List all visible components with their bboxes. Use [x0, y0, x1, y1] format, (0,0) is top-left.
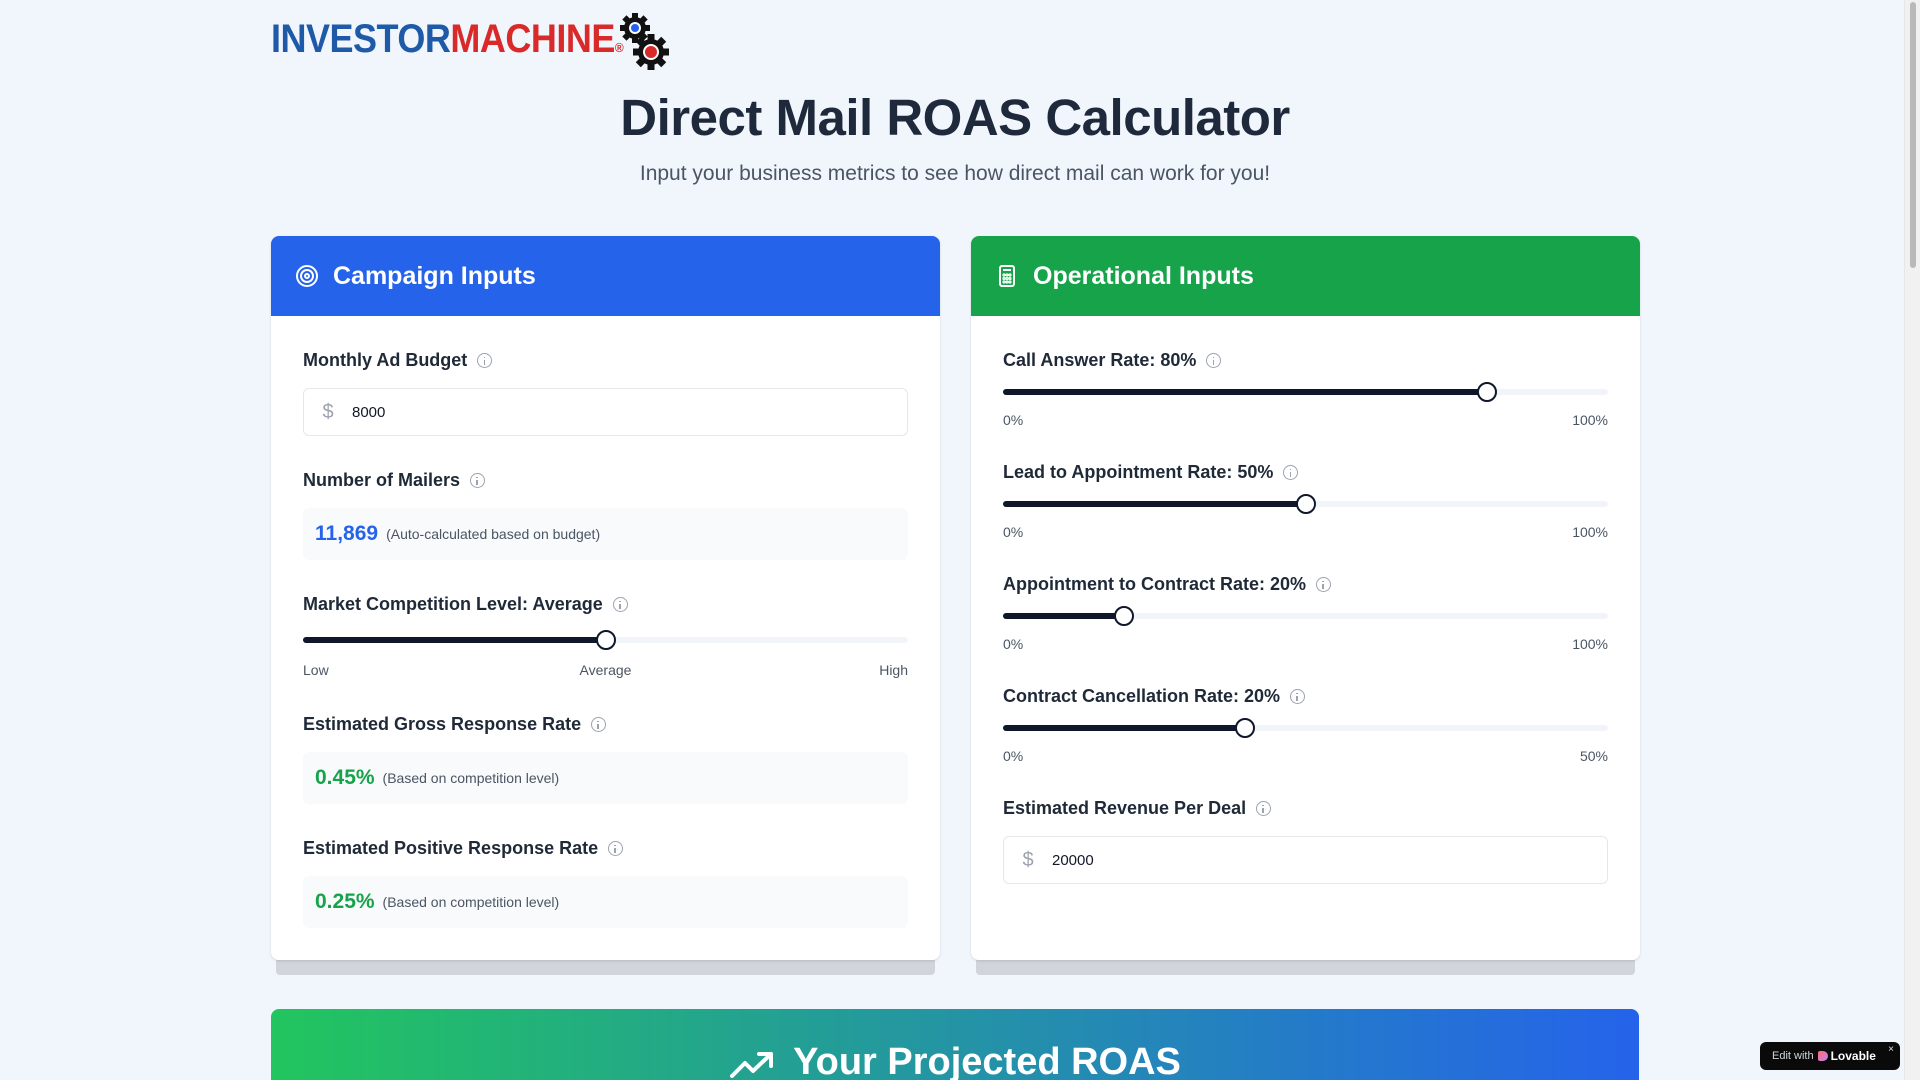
slider-thumb[interactable]: [1235, 718, 1255, 738]
scale-min: 0%: [1003, 524, 1024, 540]
slider-thumb[interactable]: [1295, 494, 1316, 514]
dollar-icon: $: [1022, 848, 1034, 871]
trending-up-icon: [729, 1047, 775, 1079]
info-icon[interactable]: [1290, 689, 1306, 704]
number-of-mailers-readout: 11,869 (Auto-calculated based on budget): [303, 508, 908, 560]
calculator-icon: [995, 264, 1019, 288]
gross-response-note: (Based on competition level): [382, 770, 560, 786]
edit-with-text: Edit with: [1772, 1050, 1814, 1062]
monthly-ad-budget-label: Monthly Ad Budget: [303, 350, 493, 371]
lovable-logo-icon: [1817, 1051, 1828, 1061]
info-icon[interactable]: [470, 473, 486, 488]
card-underlay: [276, 960, 935, 975]
scale-max: 50%: [1579, 748, 1608, 764]
gross-response-readout: 0.45% (Based on competition level): [303, 752, 908, 804]
gross-response-label-text: Estimated Gross Response Rate: [303, 714, 582, 734]
call-answer-rate-label-text: Call Answer Rate: 80%: [1003, 350, 1197, 370]
number-of-mailers-value: 11,869: [315, 522, 379, 545]
gross-response-value: 0.45%: [315, 766, 375, 789]
positive-response-readout: 0.25% (Based on competition level): [303, 876, 908, 928]
projected-roas-banner: Your Projected ROAS: [271, 1009, 1639, 1080]
contract-cancellation-label: Contract Cancellation Rate: 20%: [1003, 686, 1306, 707]
info-icon[interactable]: [1256, 801, 1272, 816]
edit-with-lovable-badge[interactable]: Edit with Lovable ×: [1760, 1042, 1900, 1070]
appointment-to-contract-label-text: Appointment to Contract Rate: 20%: [1003, 574, 1307, 594]
logo-text-investor: INVESTOR: [271, 15, 451, 61]
info-icon[interactable]: [1283, 465, 1299, 480]
page-title: Direct Mail ROAS Calculator: [620, 89, 1290, 146]
page-subtitle: Input your business metrics to see how d…: [639, 162, 1271, 185]
positive-response-note: (Based on competition level): [382, 894, 560, 910]
gears-icon: [619, 6, 675, 72]
revenue-per-deal-label-text: Estimated Revenue Per Deal: [1003, 798, 1247, 818]
slider-thumb[interactable]: [1477, 382, 1497, 402]
brand-logo[interactable]: INVESTORMACHINE®: [271, 6, 675, 72]
info-icon[interactable]: [1206, 353, 1222, 368]
operational-inputs-card: Operational Inputs Call Answer Rate: 80%…: [971, 236, 1640, 960]
info-icon[interactable]: [612, 597, 628, 612]
scale-min: 0%: [1003, 748, 1024, 764]
number-of-mailers-note: (Auto-calculated based on budget): [386, 526, 601, 542]
number-of-mailers-label: Number of Mailers: [303, 470, 486, 491]
scale-max: 100%: [1572, 524, 1608, 540]
projected-roas-title: Your Projected ROAS: [793, 1041, 1181, 1080]
slider-fill: [1003, 501, 1306, 507]
call-answer-rate-label: Call Answer Rate: 80%: [1003, 350, 1222, 371]
revenue-per-deal-label: Estimated Revenue Per Deal: [1003, 798, 1272, 819]
gross-response-label: Estimated Gross Response Rate: [303, 714, 607, 735]
operational-inputs-header: Operational Inputs: [971, 236, 1640, 316]
projected-roas-heading: Your Projected ROAS: [271, 1041, 1639, 1080]
revenue-per-deal-field[interactable]: $: [1003, 836, 1608, 884]
operational-inputs-title: Operational Inputs: [1033, 261, 1254, 290]
slider-fill: [1003, 725, 1245, 731]
slider-fill: [1003, 613, 1124, 619]
scale-high: High: [879, 662, 908, 678]
logo-text-machine: MACHINE: [450, 15, 615, 61]
info-icon[interactable]: [608, 841, 624, 856]
competition-level-slider[interactable]: [303, 630, 908, 650]
slider-thumb[interactable]: [1114, 606, 1134, 626]
lovable-brand-text: Lovable: [1830, 1049, 1876, 1063]
info-icon[interactable]: [1316, 577, 1332, 592]
call-answer-rate-slider[interactable]: [1003, 382, 1608, 402]
number-of-mailers-label-text: Number of Mailers: [303, 470, 461, 490]
positive-response-label: Estimated Positive Response Rate: [303, 838, 624, 859]
scale-max: 100%: [1572, 636, 1608, 652]
monthly-ad-budget-label-text: Monthly Ad Budget: [303, 350, 468, 370]
target-icon: [295, 264, 319, 288]
competition-level-label-text: Market Competition Level: Average: [303, 594, 603, 614]
lead-to-appointment-slider[interactable]: [1003, 494, 1608, 514]
contract-cancellation-slider[interactable]: [1003, 718, 1608, 738]
page-scrollbar[interactable]: [1904, 0, 1920, 1080]
close-icon[interactable]: ×: [1888, 1044, 1894, 1055]
slider-fill: [1003, 389, 1487, 395]
campaign-inputs-title: Campaign Inputs: [333, 261, 536, 290]
appointment-to-contract-label: Appointment to Contract Rate: 20%: [1003, 574, 1332, 595]
campaign-inputs-card: Campaign Inputs Monthly Ad Budget $ Numb…: [271, 236, 940, 960]
contract-cancellation-label-text: Contract Cancellation Rate: 20%: [1003, 686, 1281, 706]
scale-low: Low: [303, 662, 329, 678]
positive-response-label-text: Estimated Positive Response Rate: [303, 838, 599, 858]
competition-level-label: Market Competition Level: Average: [303, 594, 628, 615]
campaign-inputs-header: Campaign Inputs: [271, 236, 940, 316]
appointment-to-contract-slider[interactable]: [1003, 606, 1608, 626]
scale-min: 0%: [1003, 412, 1024, 428]
positive-response-value: 0.25%: [315, 890, 375, 913]
monthly-ad-budget-field[interactable]: $: [303, 388, 908, 436]
monthly-ad-budget-input[interactable]: [352, 403, 852, 421]
revenue-per-deal-input[interactable]: [1052, 851, 1552, 869]
slider-fill: [303, 637, 606, 643]
scale-max: 100%: [1572, 412, 1608, 428]
lead-to-appointment-label: Lead to Appointment Rate: 50%: [1003, 462, 1299, 483]
info-icon[interactable]: [477, 353, 493, 368]
dollar-icon: $: [322, 400, 334, 423]
scrollbar-thumb[interactable]: [1910, 2, 1916, 268]
card-underlay: [976, 960, 1635, 975]
scale-average: Average: [579, 662, 632, 678]
slider-thumb[interactable]: [595, 630, 616, 650]
scale-min: 0%: [1003, 636, 1024, 652]
lead-to-appointment-label-text: Lead to Appointment Rate: 50%: [1003, 462, 1274, 482]
info-icon[interactable]: [591, 717, 607, 732]
